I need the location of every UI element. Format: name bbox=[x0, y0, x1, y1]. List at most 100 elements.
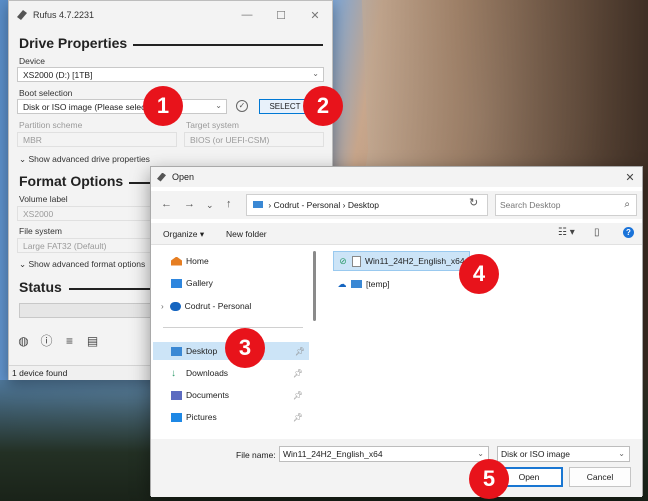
cloud-status-icon: ☁ bbox=[337, 278, 347, 289]
pin-icon[interactable]: 📌︎ bbox=[295, 347, 305, 356]
organize-label: Organize bbox=[163, 229, 198, 239]
breadcrumb-item[interactable]: Desktop bbox=[348, 200, 379, 210]
file-name: Win11_24H2_English_x64 bbox=[365, 256, 465, 266]
cancel-button[interactable]: Cancel bbox=[569, 467, 631, 487]
search-input[interactable]: Search Desktop ⌕ bbox=[495, 194, 637, 216]
command-bar: Organize ▾ New folder ☷ ▾ ▯ ? bbox=[151, 223, 642, 245]
step-badge-3: 3 bbox=[225, 328, 265, 368]
target-system-dropdown[interactable]: BIOS (or UEFI-CSM) bbox=[184, 132, 324, 147]
open-file-dialog: Open ✕ ← → ⌄ ↑ › Codrut - Personal › Des… bbox=[150, 166, 643, 497]
file-item-iso[interactable]: ⊘ Win11_24H2_English_x64 bbox=[333, 251, 470, 271]
search-placeholder: Search Desktop bbox=[500, 200, 561, 210]
nav-item-label: Gallery bbox=[186, 278, 213, 288]
nav-item-home[interactable]: Home bbox=[171, 252, 209, 270]
boot-selection-value: Disk or ISO image (Please select) bbox=[23, 102, 151, 112]
close-icon[interactable]: ✕ bbox=[298, 9, 332, 22]
nav-item-label: Downloads bbox=[186, 368, 229, 378]
close-icon[interactable]: ✕ bbox=[618, 171, 642, 184]
refresh-icon[interactable]: ↻ bbox=[469, 196, 478, 209]
nav-item-label: Documents bbox=[186, 390, 229, 400]
chevron-right-icon: › bbox=[161, 301, 164, 311]
rufus-app-icon bbox=[17, 10, 27, 20]
status-heading: Status bbox=[19, 279, 159, 295]
chevron-down-icon: ⌄ bbox=[19, 154, 27, 164]
chevron-down-icon[interactable]: ⌄ bbox=[206, 200, 214, 211]
gallery-icon bbox=[171, 278, 182, 288]
globe-icon[interactable]: ◍ bbox=[17, 335, 30, 348]
show-advanced-format-toggle[interactable]: ⌄ Show advanced format options bbox=[19, 259, 145, 270]
drive-properties-text: Drive Properties bbox=[19, 35, 128, 51]
minimize-icon[interactable]: — bbox=[230, 9, 264, 22]
heading-rule bbox=[133, 44, 323, 46]
window-controls: — ☐ ✕ bbox=[230, 9, 332, 22]
format-options-text: Format Options bbox=[19, 173, 124, 189]
pin-icon[interactable]: 📌︎ bbox=[293, 369, 303, 378]
volume-label-label: Volume label bbox=[19, 194, 68, 204]
back-arrow-icon[interactable]: ← bbox=[161, 198, 172, 210]
chevron-down-icon: ⌄ bbox=[215, 101, 222, 110]
nav-item-documents[interactable]: Documents 📌︎ bbox=[171, 386, 307, 404]
boot-selection-dropdown[interactable]: Disk or ISO image (Please select) ⌄ bbox=[17, 99, 227, 114]
volume-label-value: XS2000 bbox=[23, 209, 54, 219]
nav-item-pictures[interactable]: Pictures 📌︎ bbox=[171, 408, 307, 426]
nav-item-onedrive[interactable]: › Codrut - Personal bbox=[161, 297, 251, 315]
help-icon[interactable]: ? bbox=[623, 227, 634, 238]
log-icon[interactable]: ▤ bbox=[86, 335, 99, 348]
search-icon: ⌕ bbox=[624, 199, 630, 210]
drive-properties-heading: Drive Properties bbox=[19, 35, 323, 51]
preview-pane-icon[interactable]: ▯ bbox=[594, 227, 600, 238]
target-system-label: Target system bbox=[186, 120, 239, 130]
nav-item-label: Codrut - Personal bbox=[184, 301, 252, 311]
step-badge-1: 1 bbox=[143, 86, 183, 126]
show-advanced-drive-label: Show advanced drive properties bbox=[28, 154, 150, 164]
target-system-value: BIOS (or UEFI-CSM) bbox=[190, 135, 270, 145]
device-dropdown[interactable]: XS2000 (D:) [1TB] ⌄ bbox=[17, 67, 324, 82]
chevron-right-icon: › bbox=[268, 200, 272, 210]
settings-sliders-icon[interactable]: ≡ bbox=[63, 335, 76, 348]
nav-item-gallery[interactable]: Gallery bbox=[171, 274, 213, 292]
partition-scheme-value: MBR bbox=[23, 135, 42, 145]
rufus-toolbar: ◍ ⓘ ≡ ▤ bbox=[17, 335, 99, 348]
file-name-label: File name: bbox=[236, 450, 276, 460]
chevron-down-icon[interactable]: ⌄ bbox=[477, 449, 484, 458]
chevron-down-icon: ⌄ bbox=[618, 449, 625, 458]
pin-icon[interactable]: 📌︎ bbox=[293, 391, 303, 400]
file-name-input[interactable]: Win11_24H2_English_x64 ⌄ bbox=[279, 446, 489, 462]
breadcrumb-item[interactable]: Codrut - Personal bbox=[274, 200, 341, 210]
folder-icon bbox=[253, 201, 263, 208]
format-options-heading: Format Options bbox=[19, 173, 159, 189]
dialog-titlebar: Open ✕ bbox=[151, 167, 642, 187]
download-icon: ↓ bbox=[171, 367, 176, 379]
chevron-down-icon: ⌄ bbox=[312, 69, 319, 78]
partition-scheme-label: Partition scheme bbox=[19, 120, 83, 130]
file-type-dropdown[interactable]: Disk or ISO image ⌄ bbox=[497, 446, 630, 462]
chevron-down-icon: ⌄ bbox=[19, 259, 27, 269]
up-arrow-icon[interactable]: ↑ bbox=[226, 198, 232, 210]
show-advanced-format-label: Show advanced format options bbox=[28, 259, 146, 269]
dialog-bottom-panel: File name: Win11_24H2_English_x64 ⌄ Disk… bbox=[151, 439, 642, 497]
step-badge-2: 2 bbox=[303, 86, 343, 126]
pin-icon[interactable]: 📌︎ bbox=[293, 413, 303, 422]
new-folder-button[interactable]: New folder bbox=[226, 229, 267, 239]
view-options-icon[interactable]: ☷ ▾ bbox=[558, 227, 575, 238]
volume-label-input[interactable]: XS2000 bbox=[17, 206, 152, 221]
check-hash-icon[interactable]: ✓ bbox=[236, 100, 248, 112]
forward-arrow-icon[interactable]: → bbox=[184, 198, 195, 210]
address-bar[interactable]: › Codrut - Personal › Desktop bbox=[246, 194, 488, 216]
chevron-right-icon: › bbox=[342, 200, 346, 210]
file-type-value: Disk or ISO image bbox=[501, 449, 570, 459]
iso-file-icon bbox=[352, 255, 361, 267]
file-system-dropdown[interactable]: Large FAT32 (Default) bbox=[17, 238, 152, 253]
nav-item-label: Desktop bbox=[186, 346, 218, 356]
home-icon bbox=[171, 256, 182, 266]
info-icon[interactable]: ⓘ bbox=[40, 335, 53, 348]
file-item-temp-folder[interactable]: ☁ [temp] bbox=[333, 274, 394, 294]
show-advanced-drive-toggle[interactable]: ⌄ Show advanced drive properties bbox=[19, 154, 150, 165]
maximize-icon[interactable]: ☐ bbox=[264, 9, 298, 22]
device-label: Device bbox=[19, 56, 45, 66]
nav-scrollbar[interactable] bbox=[313, 251, 316, 321]
partition-scheme-dropdown[interactable]: MBR bbox=[17, 132, 177, 147]
device-value: XS2000 (D:) [1TB] bbox=[23, 70, 93, 80]
organize-button[interactable]: Organize ▾ bbox=[163, 229, 204, 240]
step-badge-5: 5 bbox=[469, 459, 509, 499]
